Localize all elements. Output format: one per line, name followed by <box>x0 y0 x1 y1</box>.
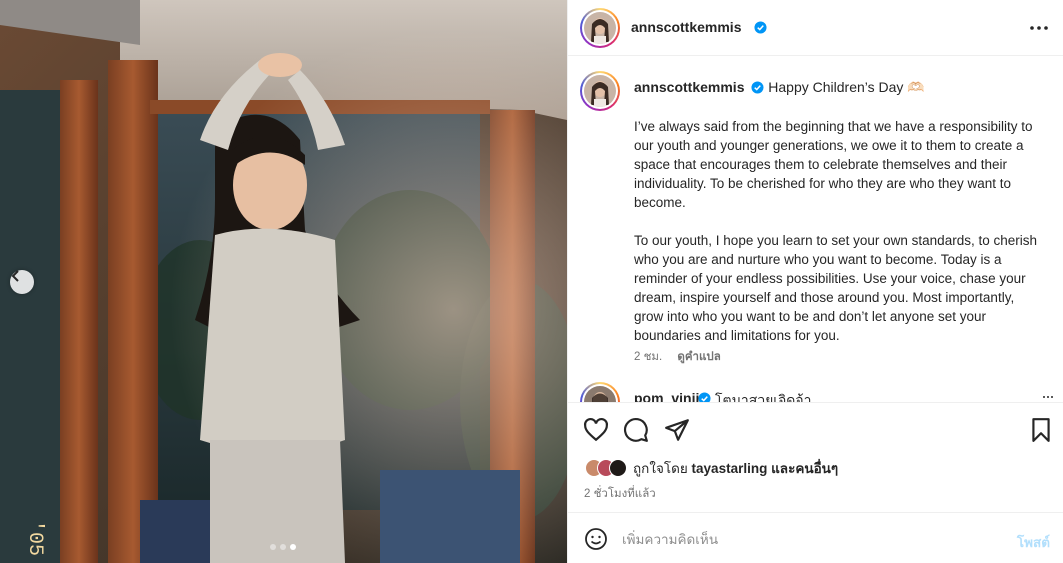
bookmark-icon[interactable] <box>1028 417 1054 443</box>
post-comment-button[interactable]: โพสต์ <box>1017 531 1050 553</box>
heart-icon[interactable] <box>583 417 609 443</box>
likes-others[interactable]: และคนอื่นๆ <box>771 461 838 476</box>
caption-paragraph: To our youth, I hope you learn to set yo… <box>634 233 1037 343</box>
share-icon[interactable] <box>664 417 690 443</box>
author-username[interactable]: annscottkemmis <box>631 19 741 35</box>
avatar-image <box>584 386 616 402</box>
caption-header: annscottkemmis Happy Children’s Day 🫶🏻 <box>634 79 925 96</box>
chevron-left-icon <box>11 270 19 282</box>
likes-summary[interactable]: ถูกใจโดย tayastarling และคนอื่นๆ <box>585 456 838 480</box>
comment-icon[interactable] <box>623 417 649 443</box>
caption-body: I’ve always said from the beginning that… <box>634 117 1046 364</box>
caption-paragraph: I’ve always said from the beginning that… <box>634 119 1033 210</box>
caption-time: 2 ชม. <box>634 351 663 363</box>
carousel-indicator <box>270 544 296 550</box>
svg-text:'05: '05 <box>23 520 46 556</box>
post-media[interactable]: '05 <box>0 0 567 563</box>
caption-author-avatar[interactable] <box>580 71 620 111</box>
avatar-image <box>584 75 616 107</box>
next-comment: pom_vinij โตมาสวยเจิดจ้า <box>568 380 1063 402</box>
likes-prefix: ถูกใจโดย <box>633 461 688 476</box>
carousel-dot <box>280 544 286 550</box>
emoji-icon[interactable] <box>584 527 608 551</box>
verified-badge-icon <box>751 81 764 94</box>
carousel-prev-button[interactable] <box>10 270 34 294</box>
author-avatar[interactable] <box>580 8 620 48</box>
verified-badge-icon <box>698 392 711 402</box>
post-photo: '05 <box>0 0 567 563</box>
add-comment-bar: โพสต์ <box>568 512 1063 563</box>
more-options-icon[interactable] <box>1042 394 1054 400</box>
commenter-avatar[interactable] <box>580 382 620 402</box>
caption-meta: 2 ชม. ดูคำแปล <box>634 348 721 366</box>
avatar-image <box>584 12 616 44</box>
post-time-ago[interactable]: 2 ชั่วโมงที่แล้ว <box>584 485 656 503</box>
action-bar <box>568 402 1063 452</box>
caption-username[interactable]: annscottkemmis <box>634 79 744 95</box>
comment-text: โตมาสวยเจิดจ้า <box>715 392 812 402</box>
post-header: annscottkemmis <box>568 0 1063 56</box>
commenter-username[interactable]: pom_vinij <box>634 390 699 402</box>
verified-badge-icon <box>754 21 767 34</box>
see-translation-link[interactable]: ดูคำแปล <box>677 351 720 363</box>
carousel-dot <box>270 544 276 550</box>
comment-input[interactable] <box>622 525 982 553</box>
liker-avatar <box>609 459 627 477</box>
post-panel: annscottkemmis annscottkemmis Happy Chil… <box>567 0 1063 563</box>
liker-username[interactable]: tayastarling <box>692 461 768 476</box>
carousel-dot-active <box>290 544 296 550</box>
likes-text: ถูกใจโดย tayastarling และคนอื่นๆ <box>633 457 838 479</box>
caption-title: Happy Children’s Day 🫶🏻 <box>768 79 925 95</box>
more-options-icon[interactable] <box>1028 18 1050 38</box>
